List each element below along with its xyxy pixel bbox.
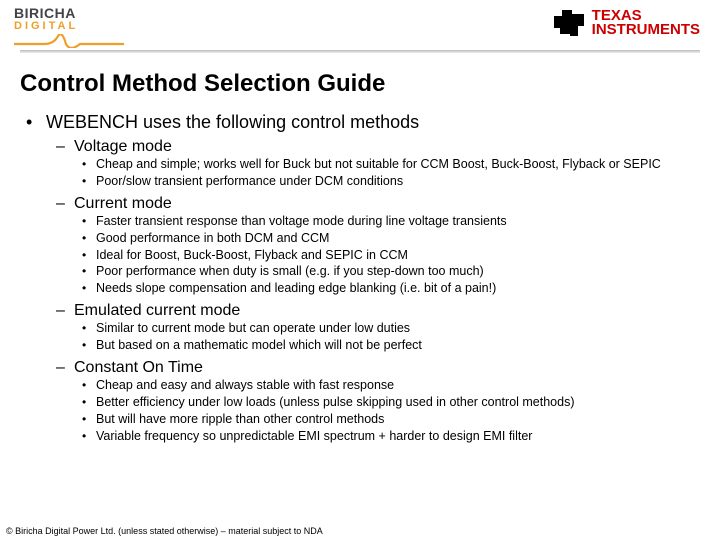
point: Similar to current mode but can operate …: [74, 320, 700, 337]
header: BIRICHA DIGITAL TEXAS INSTRUMENTS: [0, 0, 720, 60]
header-divider: [20, 50, 700, 53]
point: Needs slope compensation and leading edg…: [74, 280, 700, 297]
point: Good performance in both DCM and CCM: [74, 230, 700, 247]
content: Control Method Selection Guide WEBENCH u…: [20, 70, 700, 520]
wave-icon: [14, 34, 124, 48]
point: Faster transient response than voltage m…: [74, 213, 700, 230]
section-heading: Voltage mode: [74, 138, 172, 155]
point: Poor performance when duty is small (e.g…: [74, 263, 700, 280]
section-heading: Emulated current mode: [74, 302, 240, 319]
section-heading: Constant On Time: [74, 359, 203, 376]
slide: BIRICHA DIGITAL TEXAS INSTRUMENTS Contro…: [0, 0, 720, 540]
point: But based on a mathematic model which wi…: [74, 337, 700, 354]
section-heading: Current mode: [74, 195, 172, 212]
brand-name-bottom: DIGITAL: [14, 21, 124, 32]
ti-logo: TEXAS INSTRUMENTS: [552, 8, 700, 38]
level3-list: Cheap and simple; works well for Buck bu…: [74, 156, 700, 190]
point: But will have more ripple than other con…: [74, 411, 700, 428]
biricha-logo: BIRICHA DIGITAL: [14, 6, 124, 48]
slide-title: Control Method Selection Guide: [20, 70, 700, 98]
point: Poor/slow transient performance under DC…: [74, 173, 700, 190]
main-bullet-text: WEBENCH uses the following control metho…: [46, 112, 419, 132]
ti-line2: INSTRUMENTS: [592, 23, 700, 37]
section-emulated-current-mode: Emulated current mode Similar to current…: [46, 302, 700, 354]
section-current-mode: Current mode Faster transient response t…: [46, 195, 700, 297]
ti-chip-icon: [552, 8, 586, 38]
footer-copyright: © Biricha Digital Power Ltd. (unless sta…: [6, 526, 323, 536]
section-constant-on-time: Constant On Time Cheap and easy and alwa…: [46, 359, 700, 445]
level2-list: Voltage mode Cheap and simple; works wel…: [46, 138, 700, 444]
point: Better efficiency under low loads (unles…: [74, 394, 700, 411]
point: Cheap and easy and always stable with fa…: [74, 377, 700, 394]
ti-text: TEXAS INSTRUMENTS: [592, 9, 700, 38]
section-voltage-mode: Voltage mode Cheap and simple; works wel…: [46, 138, 700, 190]
point: Ideal for Boost, Buck-Boost, Flyback and…: [74, 247, 700, 264]
level3-list: Similar to current mode but can operate …: [74, 320, 700, 354]
point: Variable frequency so unpredictable EMI …: [74, 428, 700, 445]
brand-name-top: BIRICHA: [14, 6, 124, 20]
level3-list: Cheap and easy and always stable with fa…: [74, 377, 700, 445]
point: Cheap and simple; works well for Buck bu…: [74, 156, 700, 173]
level1-list: WEBENCH uses the following control metho…: [20, 112, 700, 444]
main-bullet: WEBENCH uses the following control metho…: [20, 112, 700, 444]
level3-list: Faster transient response than voltage m…: [74, 213, 700, 297]
